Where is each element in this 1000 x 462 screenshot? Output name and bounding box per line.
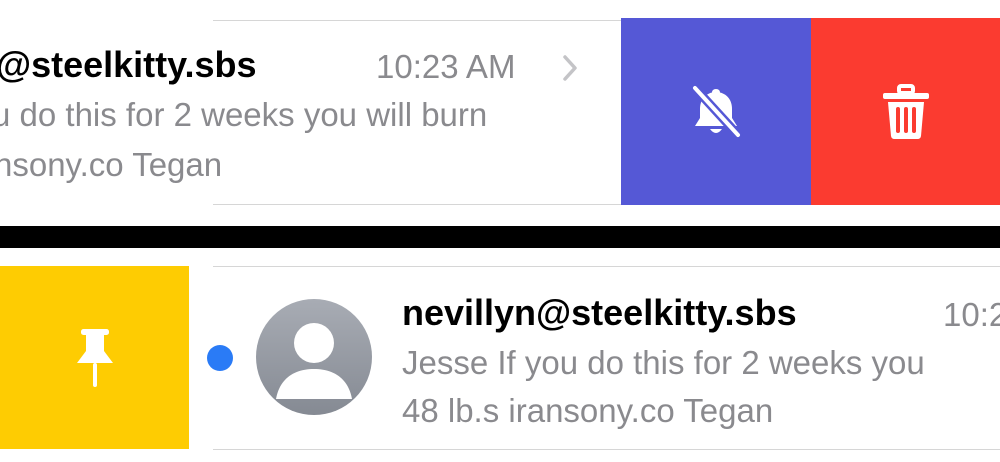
timestamp: 10:2 <box>943 296 1000 333</box>
timestamp: 10:23 AM <box>376 48 516 85</box>
mute-button[interactable] <box>621 18 811 205</box>
row-separator-bottom <box>213 449 1000 450</box>
trash-icon <box>882 83 929 139</box>
preview-line-2: 48 lb.s iransony.co Tegan <box>402 392 774 429</box>
sender-name: nevillyn@steelkitty.sbs <box>402 292 797 333</box>
row-separator-top <box>213 266 1000 267</box>
row-separator-bottom <box>213 204 621 205</box>
preview-line-1: u do this for 2 weeks you will burn <box>0 96 488 133</box>
preview-line-2: nsony.co Tegan <box>0 146 223 183</box>
sender-name: @steelkitty.sbs <box>0 44 257 85</box>
swipe-right-panel: nevillyn@steelkitty.sbs 10:2 Jesse If yo… <box>0 248 1000 462</box>
preview-line-1: Jesse If you do this for 2 weeks you <box>402 344 925 381</box>
screenshot-divider <box>0 226 1000 248</box>
avatar <box>256 299 372 415</box>
pin-button[interactable] <box>0 266 189 449</box>
delete-button[interactable] <box>811 18 1000 205</box>
bell-slash-icon <box>690 83 743 139</box>
unread-indicator <box>207 345 233 371</box>
swipe-left-panel: @steelkitty.sbs 10:23 AM u do this for 2… <box>0 0 1000 226</box>
row-separator-top <box>213 20 621 21</box>
pin-icon <box>76 328 113 387</box>
chevron-right-icon <box>563 55 577 81</box>
person-icon <box>256 299 372 415</box>
